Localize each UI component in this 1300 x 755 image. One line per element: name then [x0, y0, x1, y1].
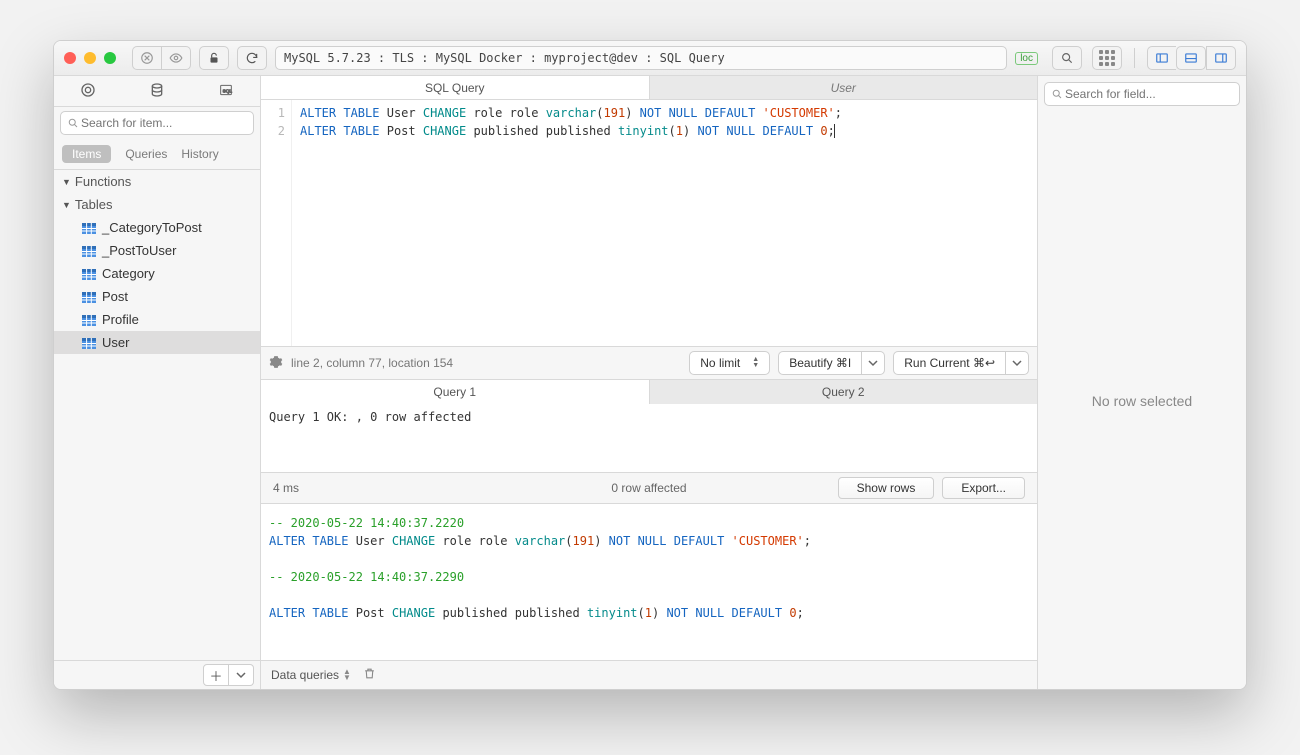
table-name: _CategoryToPost [102, 220, 202, 235]
run-button[interactable]: Run Current ⌘↩︎ [893, 351, 1006, 375]
sidebar-tab-items[interactable]: Items [62, 145, 111, 163]
tree-functions[interactable]: ▼Functions [54, 170, 260, 193]
panel-right-button[interactable] [1206, 46, 1236, 70]
loc-badge: loc [1015, 52, 1038, 65]
table-name: Category [102, 266, 155, 281]
table-Post[interactable]: Post [54, 285, 260, 308]
result-rows: 0 row affected [611, 481, 686, 495]
beautify-button[interactable]: Beautify ⌘I [778, 351, 862, 375]
table-icon [82, 314, 96, 325]
connection-icon[interactable] [80, 82, 96, 101]
lock-button[interactable] [199, 46, 229, 70]
inspector-panel: No row selected [1038, 76, 1246, 689]
panel-bottom-button[interactable] [1176, 46, 1206, 70]
database-icon[interactable] [149, 82, 165, 101]
window-controls [64, 52, 116, 64]
sidebar-search-input[interactable] [79, 115, 247, 131]
result-body: Query 1 OK: , 0 row affected [261, 404, 1037, 472]
titlebar: MySQL 5.7.23 : TLS : MySQL Docker : mypr… [54, 41, 1246, 76]
sidebar-search[interactable] [60, 111, 254, 135]
app-window: MySQL 5.7.23 : TLS : MySQL Docker : mypr… [53, 40, 1247, 690]
editor-tabs: SQL QueryUser [261, 76, 1037, 100]
editor-status-bar: line 2, column 77, location 154 No limit… [261, 346, 1037, 379]
table-_CategoryToPost[interactable]: _CategoryToPost [54, 216, 260, 239]
sidebar: SQL Items Queries History ▼Functions ▼Ta… [54, 76, 261, 689]
history-panel[interactable]: -- 2020-05-22 14:40:37.2220 ALTER TABLE … [261, 504, 1037, 660]
table-name: User [102, 335, 129, 350]
reload-button[interactable] [237, 46, 267, 70]
table-Profile[interactable]: Profile [54, 308, 260, 331]
stop-button[interactable] [132, 46, 161, 70]
inspector-empty-state: No row selected [1038, 112, 1246, 689]
trash-icon[interactable] [363, 667, 376, 683]
add-button[interactable]: ＋ [203, 664, 229, 686]
sidebar-tab-history[interactable]: History [181, 147, 218, 161]
svg-text:SQL: SQL [222, 88, 232, 93]
tree-functions-label: Functions [75, 174, 131, 189]
table-icon [82, 291, 96, 302]
minimize-window-button[interactable] [84, 52, 96, 64]
search-icon [1051, 88, 1063, 100]
table-name: Profile [102, 312, 139, 327]
result-time: 4 ms [273, 481, 299, 495]
table-icon [82, 337, 96, 348]
show-rows-button[interactable]: Show rows [838, 477, 935, 499]
title-field[interactable]: MySQL 5.7.23 : TLS : MySQL Docker : mypr… [275, 46, 1007, 70]
result-tabs: Query 1Query 2 [261, 379, 1037, 404]
sql-editor[interactable]: 12 ALTER TABLE User CHANGE role role var… [261, 100, 1037, 346]
cursor-location: line 2, column 77, location 154 [291, 356, 453, 370]
inspector-search-input[interactable] [1063, 86, 1233, 102]
table-icon [82, 222, 96, 233]
inspector-search[interactable] [1044, 82, 1240, 106]
tree-tables-label: Tables [75, 197, 113, 212]
result-status-bar: 4 ms 0 row affected Show rows Export... [261, 472, 1037, 504]
result-tab[interactable]: Query 1 [261, 380, 650, 404]
table-icon [82, 268, 96, 279]
editor-tab[interactable]: SQL Query [261, 76, 650, 100]
grid-toolbar-button[interactable] [1092, 46, 1122, 70]
result-tab[interactable]: Query 2 [650, 380, 1038, 404]
table-User[interactable]: User [54, 331, 260, 354]
close-window-button[interactable] [64, 52, 76, 64]
beautify-menu[interactable] [862, 351, 885, 375]
table-_PostToUser[interactable]: _PostToUser [54, 239, 260, 262]
sidebar-tab-queries[interactable]: Queries [125, 147, 167, 161]
zoom-window-button[interactable] [104, 52, 116, 64]
sql-icon[interactable]: SQL [218, 82, 234, 101]
table-Category[interactable]: Category [54, 262, 260, 285]
history-footer: Data queries▲▼ [261, 660, 1037, 689]
add-menu-button[interactable] [229, 664, 254, 686]
table-icon [82, 245, 96, 256]
search-icon [67, 117, 79, 129]
table-name: Post [102, 289, 128, 304]
limit-selector[interactable]: No limit▲▼ [689, 351, 770, 375]
run-menu[interactable] [1006, 351, 1029, 375]
sidebar-tree: ▼Functions ▼Tables _CategoryToPost _PostT… [54, 170, 260, 660]
history-filter[interactable]: Data queries▲▼ [271, 668, 351, 682]
preview-button[interactable] [161, 46, 191, 70]
table-name: _PostToUser [102, 243, 176, 258]
gear-icon[interactable] [269, 355, 283, 372]
main-panel: SQL QueryUser 12 ALTER TABLE User CHANGE… [261, 76, 1038, 689]
export-button[interactable]: Export... [942, 477, 1025, 499]
search-toolbar-button[interactable] [1052, 46, 1082, 70]
panel-left-button[interactable] [1147, 46, 1176, 70]
tree-tables[interactable]: ▼Tables [54, 193, 260, 216]
editor-tab[interactable]: User [650, 76, 1038, 100]
